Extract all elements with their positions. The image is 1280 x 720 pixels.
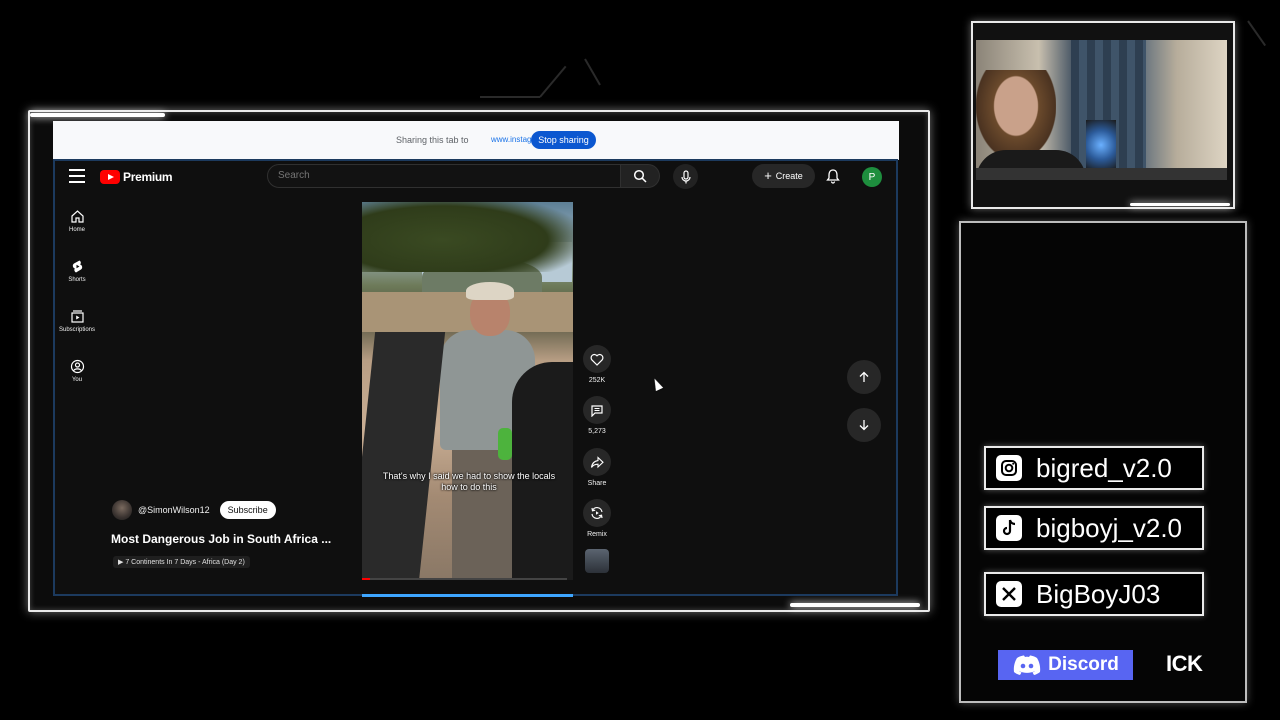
tiktok-name: bigboyj_v2.0 <box>1036 512 1182 543</box>
notifications-bell-icon[interactable] <box>825 168 841 184</box>
x-icon <box>996 581 1022 607</box>
webcam-desk <box>976 168 1227 180</box>
tiktok-handle: bigboyj_v2.0 <box>984 506 1204 550</box>
decor-line <box>584 58 601 86</box>
remix-label: Remix <box>587 531 607 538</box>
stop-sharing-button[interactable]: Stop sharing <box>531 131 596 149</box>
instagram-name: bigred_v2.0 <box>1036 452 1172 483</box>
arrow-up-icon <box>859 371 869 382</box>
frame-glow-top <box>30 113 165 117</box>
like-action[interactable]: 252K <box>582 345 612 384</box>
remix-action[interactable]: Remix <box>582 499 612 538</box>
arrow-down-icon <box>859 420 869 431</box>
comment-count: 5,273 <box>588 428 606 435</box>
video-progress-fill <box>362 578 371 580</box>
next-short-button[interactable] <box>847 408 881 442</box>
discord-label: Discord <box>1048 654 1119 675</box>
video-tree <box>362 202 573 272</box>
mic-icon <box>680 169 691 183</box>
sidebar-item-label: Shorts <box>68 277 86 283</box>
sharing-text: Sharing this tab to <box>396 135 469 145</box>
video-caption: That's why I said we had to show the loc… <box>382 471 556 492</box>
short-video[interactable] <box>362 202 573 580</box>
frame-glow-bottom <box>790 603 920 607</box>
playlist-chip[interactable]: ▶ 7 Continents In 7 Days - Africa (Day 2… <box>113 556 250 568</box>
share-icon <box>590 455 604 468</box>
x-handle: BigBoyJ03 <box>984 572 1204 616</box>
create-button[interactable]: + Create <box>752 164 815 188</box>
search-input[interactable] <box>278 170 598 181</box>
decor-line <box>539 65 567 98</box>
plus-icon: + <box>764 168 772 183</box>
shorts-icon <box>72 260 82 273</box>
decor-line <box>1247 20 1267 47</box>
voice-search-button[interactable] <box>673 164 698 189</box>
video-person-hat <box>466 282 514 300</box>
channel-avatar[interactable] <box>112 500 132 520</box>
short-title[interactable]: Most Dangerous Job in South Africa ... <box>111 532 331 546</box>
comment-icon <box>591 404 603 417</box>
x-name: BigBoyJ03 <box>1036 578 1161 609</box>
video-car-door <box>362 332 446 580</box>
create-label: Create <box>775 171 803 181</box>
webcam-feed <box>976 40 1227 180</box>
like-count: 252K <box>588 377 606 384</box>
youtube-play-icon <box>100 170 120 184</box>
account-avatar[interactable]: P <box>862 167 882 187</box>
home-icon <box>70 210 84 223</box>
share-action[interactable]: Share <box>582 448 612 487</box>
comments-action[interactable]: 5,273 <box>582 396 612 435</box>
sidebar-item-you[interactable]: You <box>56 359 98 383</box>
menu-icon[interactable] <box>69 169 85 183</box>
search-box[interactable] <box>267 164 621 188</box>
subscribe-button[interactable]: Subscribe <box>219 501 276 519</box>
heart-icon <box>590 353 604 366</box>
share-label: Share <box>587 480 607 487</box>
sidebar-item-label: Subscriptions <box>58 327 96 333</box>
ick-logo: ICK <box>1166 651 1203 676</box>
sidebar-item-label: You <box>71 377 83 383</box>
previous-short-button[interactable] <box>847 360 881 394</box>
sidebar-item-shorts[interactable]: Shorts <box>56 259 98 283</box>
you-icon <box>70 359 84 374</box>
logo-text: Premium <box>123 170 173 184</box>
video-bottle <box>498 428 512 460</box>
channel-row: @SimonWilson12 Subscribe <box>112 500 276 520</box>
video-progress-bar[interactable] <box>362 578 567 580</box>
decor-line <box>480 96 540 98</box>
instagram-handle: bigred_v2.0 <box>984 446 1204 490</box>
playlist-label: 7 Continents In 7 Days - Africa (Day 2) <box>125 559 245 566</box>
channel-name[interactable]: @SimonWilson12 <box>138 505 210 515</box>
search-button[interactable] <box>621 164 660 188</box>
youtube-logo[interactable]: Premium <box>100 169 173 185</box>
webcam-hair <box>976 70 1056 160</box>
tiktok-icon <box>996 515 1022 541</box>
discord-logo: Discord <box>998 650 1133 680</box>
discord-icon <box>1013 655 1041 675</box>
remix-icon <box>591 507 603 519</box>
sidebar-item-subscriptions[interactable]: Subscriptions <box>56 309 98 333</box>
active-short-indicator <box>362 594 573 597</box>
sidebar-item-label: Home <box>68 227 85 233</box>
webcam-lamp <box>1086 120 1116 170</box>
tab-sharing-bar: Sharing this tab to www.instagram.com <box>53 121 899 160</box>
instagram-icon <box>996 455 1022 481</box>
subscriptions-icon <box>70 310 84 323</box>
sidebar-item-home[interactable]: Home <box>56 209 98 233</box>
search-icon <box>633 169 647 183</box>
play-triangle-icon: ▶ <box>118 559 124 566</box>
sound-thumbnail[interactable] <box>585 549 609 573</box>
webcam-glow <box>1130 203 1230 206</box>
